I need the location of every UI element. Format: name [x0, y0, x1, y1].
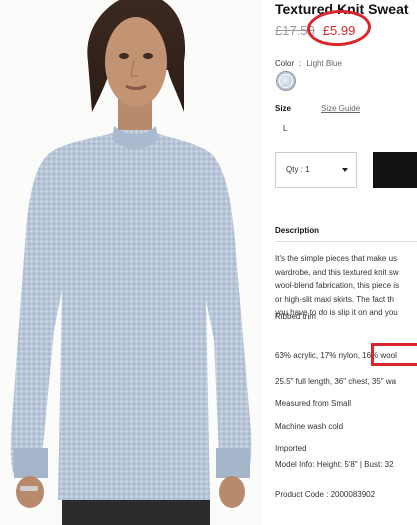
red-box-annotation [371, 343, 417, 366]
quantity-select[interactable]: Qty : 1 [275, 152, 357, 188]
size-option-l[interactable]: L [283, 124, 287, 133]
size-label: Size [275, 104, 292, 113]
color-swatch-light-blue[interactable] [276, 71, 296, 91]
size-guide-link[interactable]: Size Guide [321, 104, 360, 113]
description-line: wool-blend fabrication, this piece is [275, 281, 400, 290]
detail-measurements: 25.5" full length, 36" chest, 35" wa [275, 377, 397, 386]
detail-imported: Imported [275, 444, 307, 453]
detail-measured-from: Measured from Small [275, 399, 352, 408]
description-divider [275, 241, 417, 242]
product-info-panel: Textured Knit Sweat £17.50 £5.99 Color: Li… [275, 0, 417, 525]
color-row: Color: Light Blue [275, 59, 342, 68]
description-line: It's the simple pieces that make us [275, 254, 398, 263]
product-code: Product Code : 2000083902 [275, 490, 376, 499]
description-line: or high-slit maxi skirts. The fact th [275, 294, 394, 304]
detail-ribbed-trim: Ribbed trim [275, 312, 316, 321]
detail-model-info: Model Info: Height: 5'8" | Bust: 32 [275, 460, 394, 469]
detail-wash: Machine wash cold [275, 422, 344, 431]
add-to-bag-button[interactable] [373, 152, 417, 188]
description-paragraph: It's the simple pieces that make us ward… [275, 252, 417, 320]
description-line: wardrobe, and this textured knit sw [275, 267, 399, 277]
description-heading: Description [275, 226, 320, 235]
size-row: Size Size Guide [275, 104, 360, 113]
quantity-value: Qty : 1 [286, 165, 310, 174]
product-image[interactable] [0, 0, 262, 525]
model-wearing-sweater-image [0, 0, 262, 525]
color-value: Light Blue [306, 59, 342, 68]
color-separator: : [299, 59, 302, 68]
caret-down-icon [342, 168, 348, 172]
color-label: Color [275, 59, 295, 68]
